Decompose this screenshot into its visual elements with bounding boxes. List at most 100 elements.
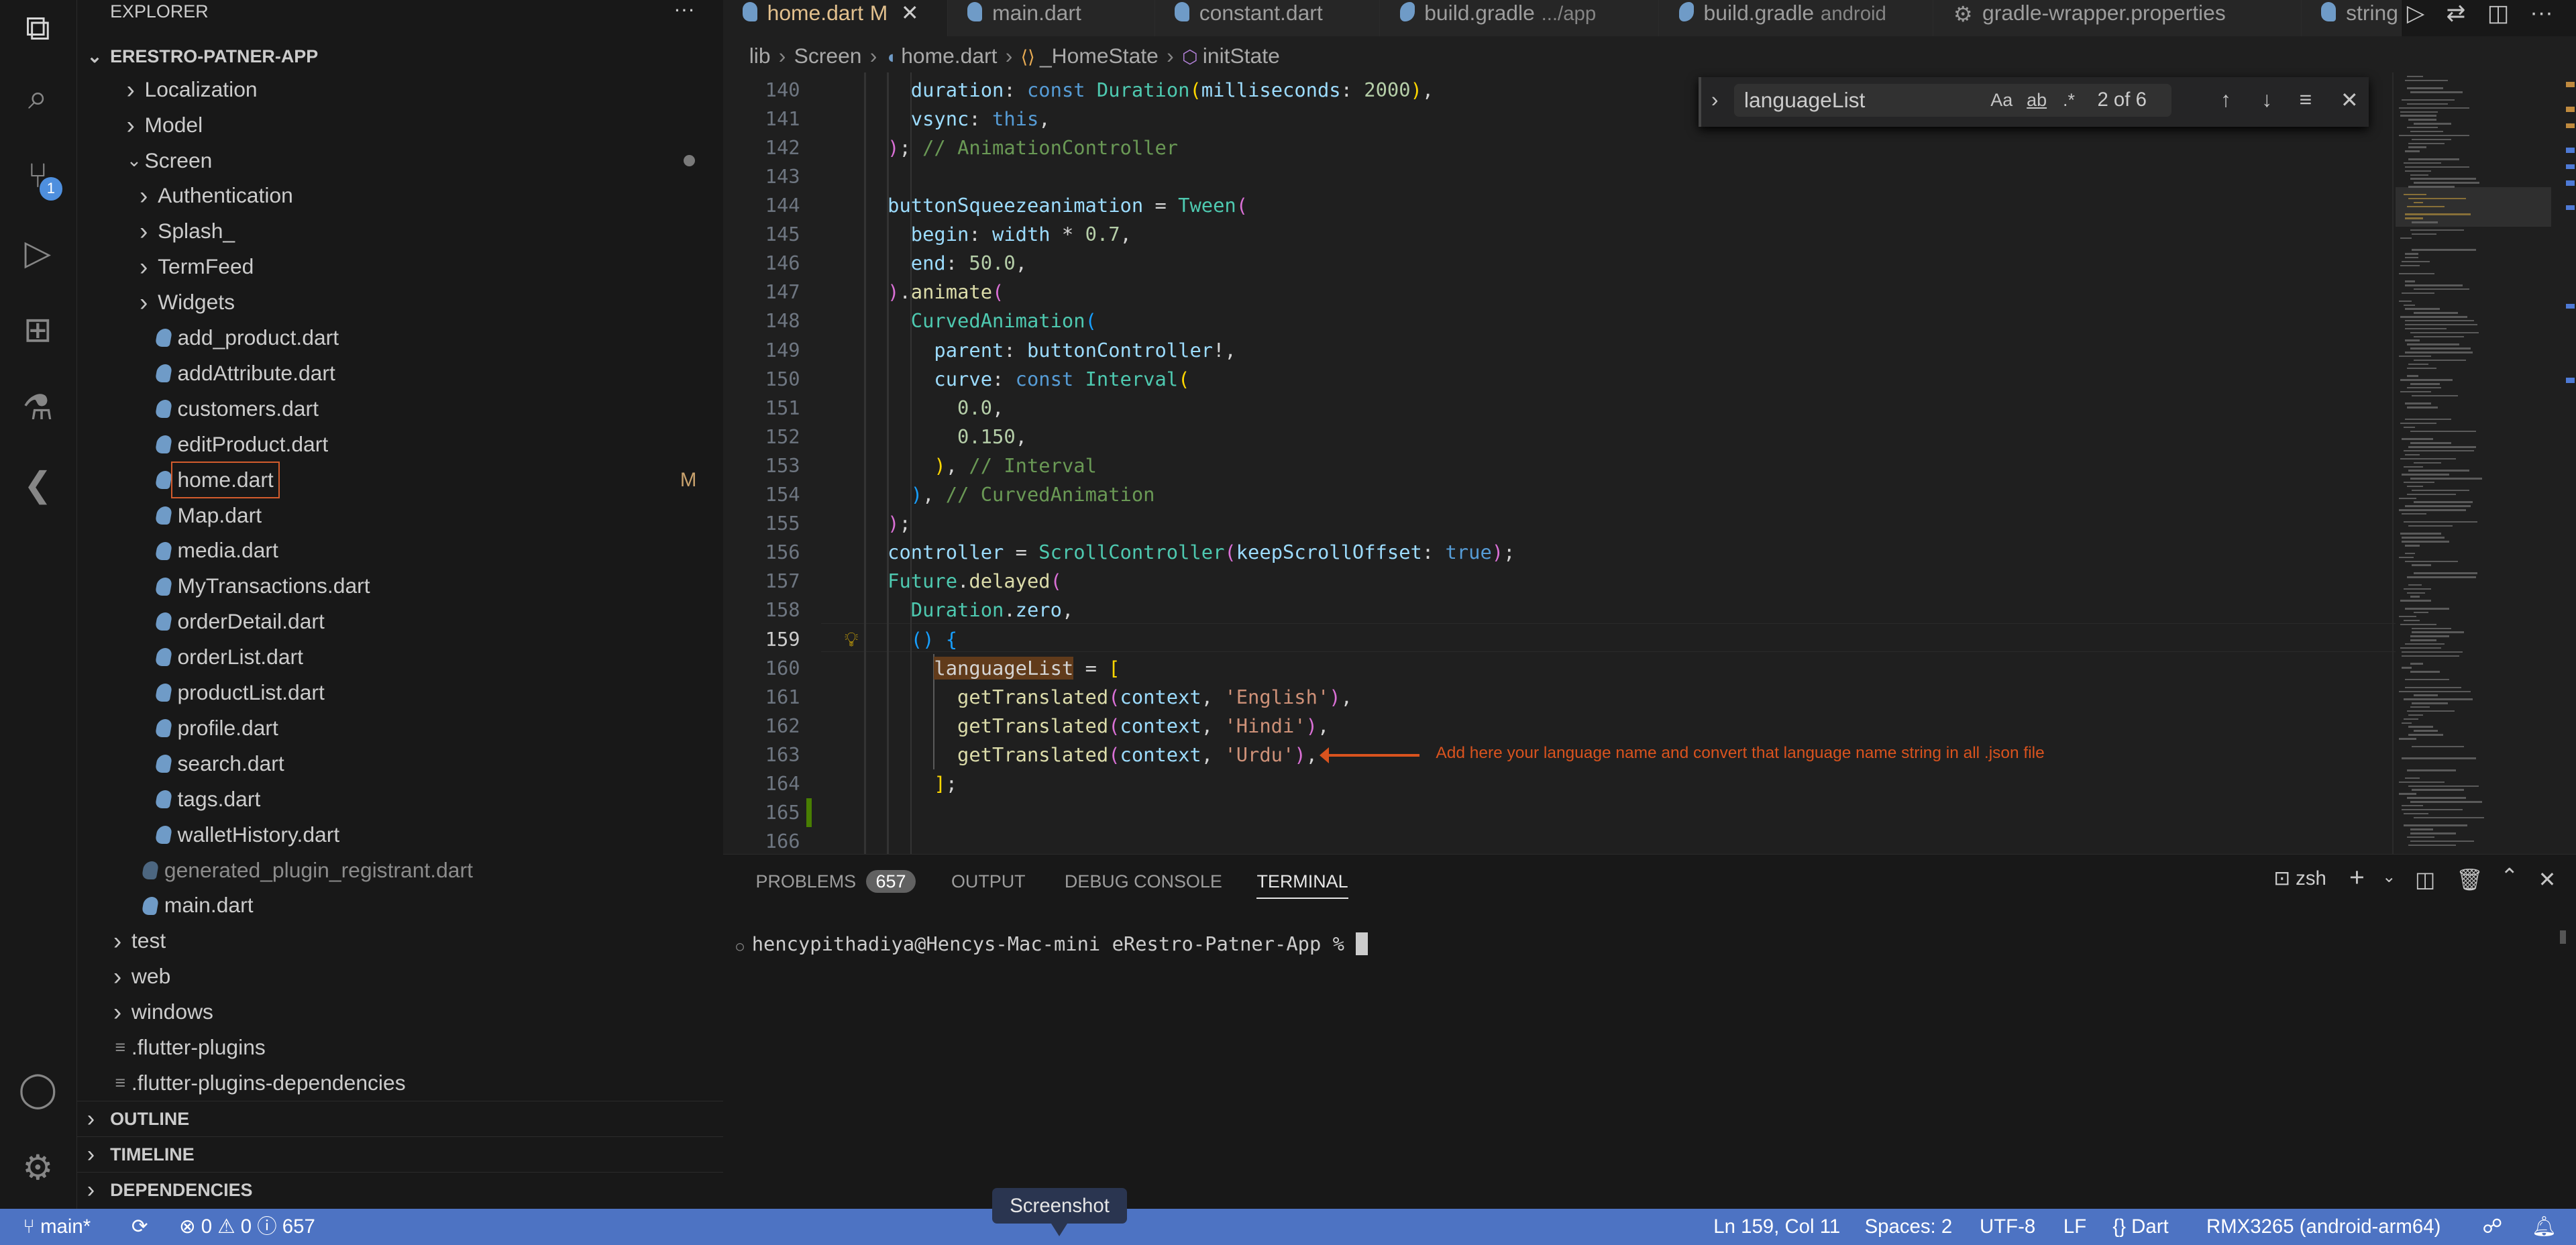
section-dependencies[interactable]: › DEPENDENCIES — [77, 1171, 723, 1208]
close-find-icon[interactable]: ✕ — [2341, 87, 2359, 113]
close-panel-icon[interactable]: ✕ — [2538, 867, 2557, 892]
tab-home-dart[interactable]: home.dart M ✕ — [722, 0, 949, 36]
project-root[interactable]: ⌄ ERESTRO-PATNER-APP — [77, 40, 722, 74]
code-line[interactable]: end: 50.0, — [841, 249, 1027, 278]
code-line[interactable]: ), // Interval — [841, 451, 1096, 480]
code-line[interactable]: ).animate( — [841, 278, 1004, 307]
indentation[interactable]: Spaces: 2 — [1865, 1209, 1953, 1245]
tree-item[interactable]: › Authentication — [77, 178, 722, 213]
section-timeline[interactable]: › TIMELINE — [77, 1136, 723, 1173]
code-line[interactable]: buttonSqueezeanimation = Tween( — [841, 191, 1248, 220]
code-line[interactable]: duration: const Duration(milliseconds: 2… — [841, 76, 1434, 105]
encoding[interactable]: UTF-8 — [1980, 1209, 2035, 1245]
next-match-icon[interactable]: ↓ — [2261, 87, 2272, 112]
testing-icon[interactable]: ⚗ — [16, 386, 59, 429]
flutter-icon[interactable]: ❮ — [16, 464, 59, 506]
split-editor-icon[interactable]: ◫ — [2487, 0, 2509, 27]
code-line[interactable]: vsync: this, — [841, 105, 1051, 133]
code-line[interactable]: getTranslated(context, 'Urdu'), — [841, 741, 1318, 769]
tree-item[interactable]: search.dart — [77, 747, 722, 781]
end-of-line[interactable]: LF — [2063, 1209, 2086, 1245]
code-line[interactable]: getTranslated(context, 'English'), — [841, 683, 1352, 712]
compare-changes-icon[interactable]: ⇄ — [2447, 0, 2466, 27]
lightbulb-icon[interactable]: 💡︎ — [845, 625, 859, 654]
account-icon[interactable]: ◯ — [16, 1068, 59, 1111]
code-line[interactable]: ]; — [841, 769, 957, 798]
breadcrumb-item[interactable]: lib — [749, 44, 771, 68]
breadcrumb-item[interactable]: ⟨⟩ _HomeState — [1021, 44, 1159, 68]
sync-icon[interactable]: ⟳ — [131, 1209, 148, 1245]
split-terminal-icon[interactable]: ◫ — [2415, 867, 2435, 892]
tree-item[interactable]: addAttribute.dart — [77, 356, 722, 390]
breadcrumb-item[interactable]: Screen — [794, 44, 862, 68]
code-line[interactable]: curve: const Interval( — [841, 365, 1189, 394]
terminal-shell[interactable]: ⊡ zsh — [2273, 867, 2326, 890]
tree-item[interactable]: main.dart — [77, 888, 722, 922]
tree-item[interactable]: productList.dart — [77, 675, 722, 710]
code-line[interactable]: controller = ScrollController(keepScroll… — [841, 538, 1515, 567]
more-icon[interactable]: ··· — [2530, 0, 2553, 26]
chevron-down-icon[interactable]: ⌄ — [2382, 867, 2396, 887]
toggle-replace-chevron-icon[interactable]: › — [1711, 87, 1719, 112]
extensions-icon[interactable]: ⊞ — [16, 309, 59, 351]
minimap[interactable] — [2395, 72, 2567, 855]
tab-string[interactable]: string — [2302, 0, 2402, 36]
code-line[interactable]: () { — [841, 625, 957, 654]
panel-tab-output[interactable]: OUTPUT — [951, 870, 1026, 893]
code-line[interactable]: ); — [841, 509, 911, 538]
tree-item[interactable]: › Splash_ — [77, 214, 722, 248]
panel-tab-problems[interactable]: PROBLEMS 657 — [756, 869, 916, 893]
tree-item[interactable]: Map.dart — [77, 498, 722, 533]
panel-tab-debug-console[interactable]: DEBUG CONSOLE — [1065, 870, 1222, 893]
tree-item[interactable]: MyTransactions.dart — [77, 569, 722, 603]
find-in-selection-icon[interactable]: ≡ — [2300, 87, 2312, 112]
tree-item[interactable]: editProduct.dart — [77, 427, 722, 462]
terminal-scrollbar[interactable] — [2559, 930, 2567, 944]
tab-constant-dart[interactable]: constant.dart — [1155, 0, 1381, 36]
settings-gear-icon[interactable]: ⚙ — [16, 1146, 59, 1189]
tree-item[interactable]: ≡ .flutter-plugins — [77, 1030, 722, 1065]
breadcrumb-item[interactable]: ⬡ initState — [1182, 44, 1280, 68]
code-line[interactable]: 0.150, — [841, 423, 1027, 451]
new-terminal-icon[interactable]: + — [2349, 863, 2365, 893]
tree-item[interactable]: orderDetail.dart — [77, 604, 722, 639]
device-selector[interactable]: RMX3265 (android-arm64) — [2206, 1209, 2440, 1245]
code-line[interactable]: ); // AnimationController — [841, 133, 1178, 162]
language-mode[interactable]: {} Dart — [2112, 1209, 2168, 1245]
tree-item[interactable]: tags.dart — [77, 782, 722, 816]
code-line[interactable]: begin: width * 0.7, — [841, 220, 1132, 249]
tree-item[interactable]: media.dart — [77, 533, 722, 567]
explorer-icon[interactable]: ⧉ — [16, 7, 59, 50]
tree-item[interactable]: generated_plugin_registrant.dart — [77, 853, 722, 887]
code-line[interactable]: getTranslated(context, 'Hindi'), — [841, 712, 1329, 741]
tree-item[interactable]: ≡ .flutter-plugins-dependencies — [77, 1066, 722, 1100]
tree-item[interactable]: customers.dart — [77, 392, 722, 426]
trash-icon[interactable]: 🗑 — [2456, 867, 2483, 892]
branch-indicator[interactable]: ⑂ main* — [23, 1209, 91, 1245]
maximize-panel-icon[interactable]: ⌃ — [2500, 863, 2518, 889]
feedback-icon[interactable]: ☍ — [2482, 1209, 2502, 1245]
tree-item[interactable]: › web — [77, 959, 722, 993]
search-icon[interactable]: ⌕ — [16, 76, 59, 119]
tab-main-dart[interactable]: main.dart — [948, 0, 1155, 36]
tab-build-gradle[interactable]: build.gradle android — [1659, 0, 1934, 36]
tree-item[interactable]: orderList.dart — [77, 640, 722, 674]
tree-item[interactable]: › Localization — [77, 72, 722, 107]
section-outline[interactable]: › OUTLINE — [77, 1100, 723, 1137]
match-whole-word-button[interactable]: ab — [2027, 84, 2047, 117]
close-tab-icon[interactable]: ✕ — [901, 1, 919, 25]
code-line[interactable]: ), // CurvedAnimation — [841, 480, 1155, 509]
code-line[interactable]: CurvedAnimation( — [841, 307, 1097, 335]
previous-match-icon[interactable]: ↑ — [2220, 87, 2231, 112]
run-icon[interactable]: ▷ — [2407, 0, 2424, 27]
tab-build-gradle[interactable]: build.gradle .../app — [1380, 0, 1660, 36]
code-editor[interactable]: 140 duration: const Duration(millisecond… — [723, 72, 2396, 855]
code-line[interactable]: 0.0, — [841, 394, 1004, 423]
run-debug-icon[interactable]: ▷ — [16, 231, 59, 274]
code-line[interactable]: parent: buttonController!, — [841, 336, 1236, 365]
tab-gradle-wrapper-properties[interactable]: ⚙ gradle-wrapper.properties — [1933, 0, 2302, 36]
notifications-bell-icon[interactable]: 🔔︎ — [2532, 1209, 2557, 1245]
breadcrumb-item[interactable]: ◖ home.dart — [885, 44, 998, 68]
code-line[interactable]: Duration.zero, — [841, 596, 1074, 625]
tree-item[interactable]: › windows — [77, 995, 722, 1029]
